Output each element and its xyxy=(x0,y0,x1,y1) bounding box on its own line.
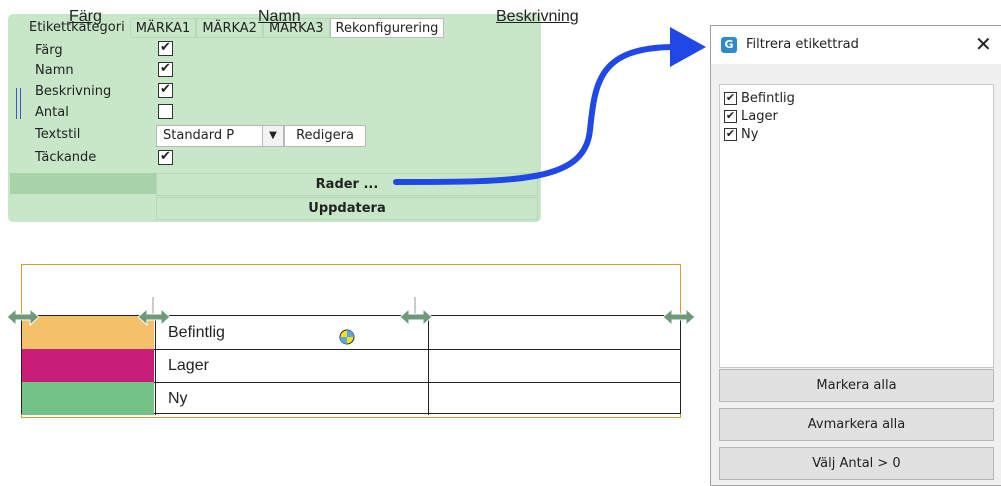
name-cell[interactable]: Lager xyxy=(155,349,429,382)
filter-item-lager[interactable]: ✔ Lager xyxy=(724,109,778,124)
filter-item-label: Ny xyxy=(741,127,759,142)
filter-list: ✔ Befintlig ✔ Lager ✔ Ny xyxy=(719,84,994,368)
filter-item-label: Befintlig xyxy=(741,91,795,106)
color-cell[interactable] xyxy=(22,349,154,382)
filter-item-ny[interactable]: ✔ Ny xyxy=(724,127,758,142)
resize-handle-icon[interactable] xyxy=(138,308,170,326)
select-all-button[interactable]: Markera alla xyxy=(719,369,994,402)
checkbox-ny[interactable]: ✔ xyxy=(724,128,737,141)
select-quantity-button[interactable]: Välj Antal > 0 xyxy=(719,447,994,480)
dialog-titlebar: G Filtrera etikettrad ✕ xyxy=(711,26,1001,64)
filter-item-label: Lager xyxy=(741,109,778,124)
deselect-all-button[interactable]: Avmarkera alla xyxy=(719,408,994,441)
app-logo-icon: G xyxy=(721,37,737,53)
table-row[interactable]: Ny xyxy=(22,382,680,415)
color-cell[interactable] xyxy=(22,382,154,415)
dialog-title: Filtrera etikettrad xyxy=(746,37,859,52)
name-cell[interactable]: Ny xyxy=(155,382,429,415)
filter-item-befintlig[interactable]: ✔ Befintlig xyxy=(724,91,795,106)
filter-dialog: G Filtrera etikettrad ✕ ✔ Befintlig ✔ La… xyxy=(710,25,1001,486)
busy-cursor-icon xyxy=(339,329,355,345)
close-icon[interactable]: ✕ xyxy=(975,32,992,56)
table-row[interactable]: Lager xyxy=(22,349,680,383)
name-cell[interactable]: Befintlig xyxy=(155,316,429,349)
resize-handle-icon[interactable] xyxy=(663,308,695,326)
resize-handle-icon[interactable] xyxy=(400,308,432,326)
checkbox-befintlig[interactable]: ✔ xyxy=(724,92,737,105)
checkbox-lager[interactable]: ✔ xyxy=(724,110,737,123)
resize-handle-icon[interactable] xyxy=(7,308,39,326)
color-cell[interactable] xyxy=(22,316,154,349)
